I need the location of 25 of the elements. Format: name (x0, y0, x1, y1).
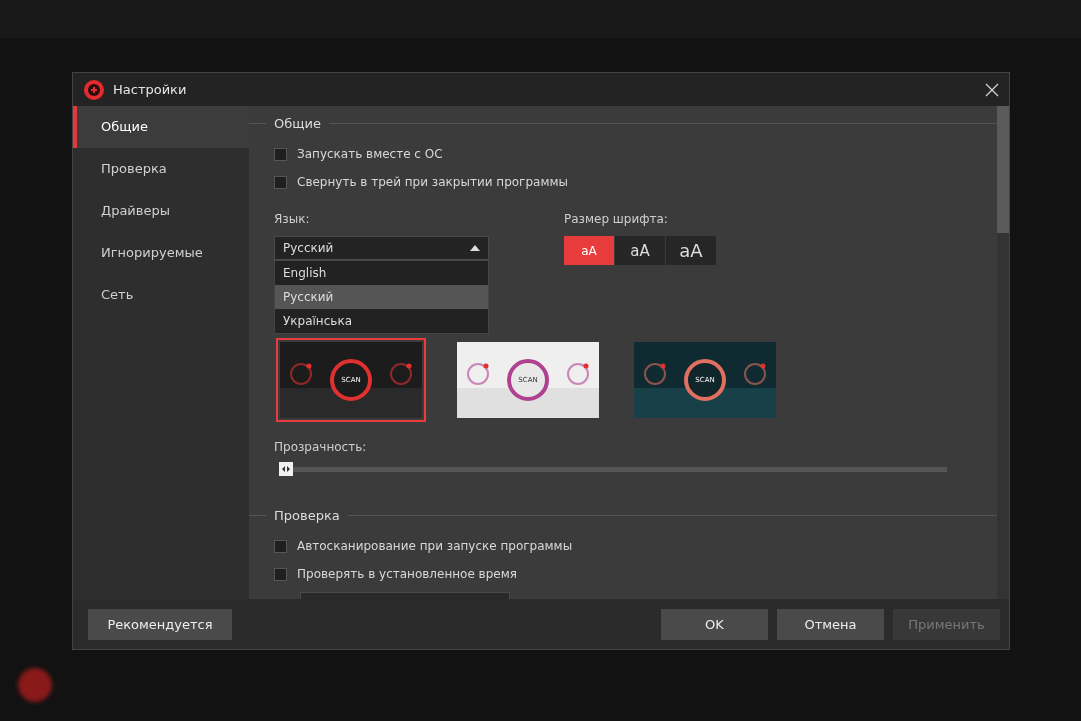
sidebar-item[interactable]: Сеть (73, 274, 249, 316)
section-heading: Общие (274, 115, 321, 131)
field-label: Прозрачность: (273, 440, 367, 454)
font-size-button[interactable]: aA (666, 236, 716, 265)
option-label: Свернуть в трей при закрытии программы (297, 175, 568, 189)
font-size-button[interactable]: aA (564, 236, 614, 265)
sidebar-item[interactable]: Игнорируемые (73, 232, 249, 274)
recommend-button[interactable]: Рекомендуется (88, 608, 232, 640)
sidebar-item[interactable]: Общие (73, 106, 249, 148)
font-size-button[interactable]: aA (615, 236, 665, 265)
option-label: Проверять в установленное время (297, 567, 517, 581)
sidebar-item[interactable]: Проверка (73, 148, 249, 190)
cancel-button[interactable]: Отмена (777, 608, 884, 640)
sidebar-item[interactable]: Драйверы (73, 190, 249, 232)
section-heading: Проверка (274, 507, 340, 523)
field-label: Язык: (274, 212, 311, 226)
option-label: Автосканирование при запуске программы (297, 539, 573, 553)
dropdown-option[interactable]: Українська (275, 309, 488, 333)
option-label: Запускать вместе с ОС (297, 147, 443, 161)
dialog-title: Настройки (113, 82, 187, 97)
dropdown-option[interactable]: Русский (275, 285, 488, 309)
ok-button[interactable]: OK (661, 608, 768, 640)
dropdown-option[interactable]: English (275, 261, 488, 285)
field-label: Размер шрифта: (564, 212, 669, 226)
language-dropdown[interactable]: Русский (274, 236, 489, 260)
